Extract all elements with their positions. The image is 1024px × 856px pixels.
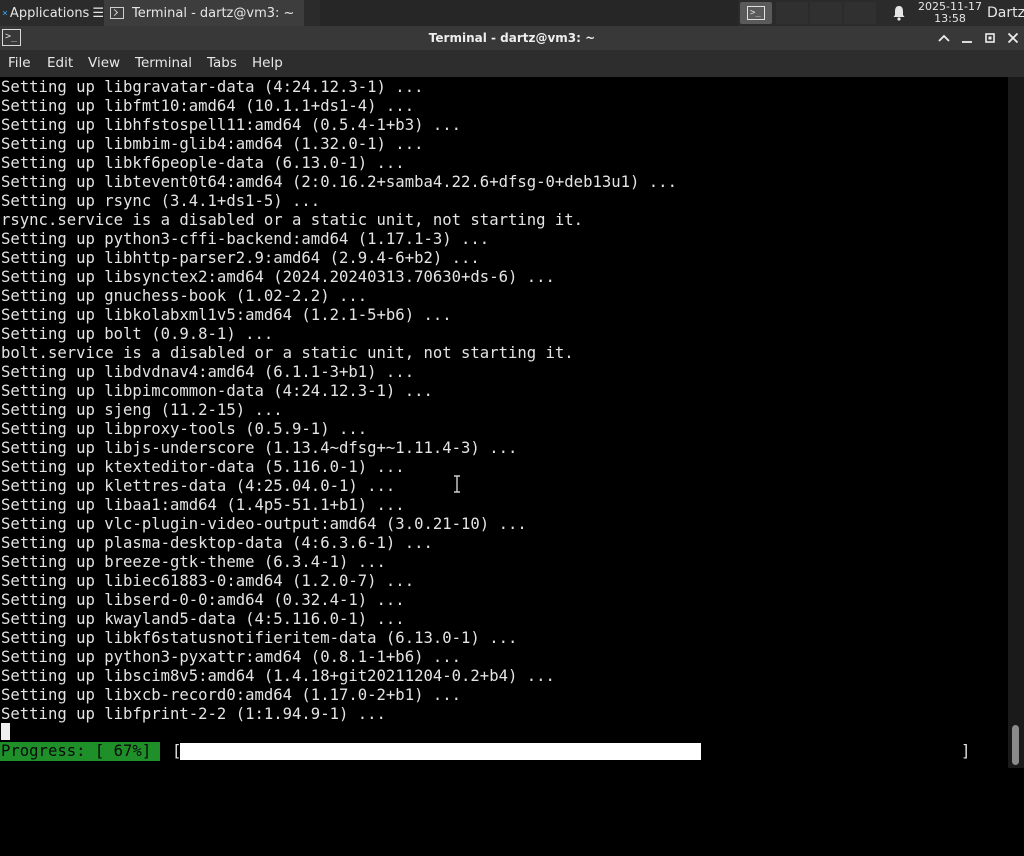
terminal-line: Setting up gnuchess-book (1.02-2.2) ...: [1, 287, 368, 305]
applications-menu-glyph: ☰: [92, 5, 104, 21]
window-titlebar[interactable]: >_ Terminal - dartz@vm3: ~: [0, 26, 1024, 50]
terminal-line: Setting up python3-cffi-backend:amd64 (1…: [1, 230, 490, 248]
terminal-line: Setting up libfmt10:amd64 (10.1.1+ds1-4)…: [1, 97, 415, 115]
applications-menu-button[interactable]: Applications ☰: [0, 0, 104, 26]
ibeam-cursor-icon: [454, 475, 460, 493]
terminal-line: Setting up libaa1:amd64 (1.4p5-51.1+b1) …: [1, 496, 405, 514]
menu-file[interactable]: File: [8, 50, 31, 77]
terminal-line: Setting up libhttp-parser2.9:amd64 (2.9.…: [1, 249, 480, 267]
text-cursor: [1, 723, 10, 740]
close-icon[interactable]: [1003, 28, 1023, 48]
terminal-icon: [110, 7, 124, 19]
workspace-switcher-1[interactable]: [776, 2, 808, 24]
terminal-line: Setting up libjs-underscore (1.13.4~dfsg…: [1, 439, 518, 457]
terminal-line: Setting up breeze-gtk-theme (6.3.4-1) ..…: [1, 553, 386, 571]
terminal-line: Setting up rsync (3.4.1+ds1-5) ...: [1, 192, 321, 210]
clock[interactable]: 2025-11-17 13:58: [918, 1, 982, 25]
menu-bar: File Edit View Terminal Tabs Help: [0, 50, 1024, 77]
terminal-icon: >_: [747, 6, 765, 20]
terminal-line: Setting up plasma-desktop-data (4:6.3.6-…: [1, 534, 433, 552]
taskbar-terminal-label: Terminal - dartz@vm3: ~: [132, 5, 295, 21]
terminal-line: Setting up libkolabxml1v5:amd64 (1.2.1-5…: [1, 306, 452, 324]
terminal-line: Setting up vlc-plugin-video-output:amd64…: [1, 515, 527, 533]
terminal-line: Setting up libgravatar-data (4:24.12.3-1…: [1, 78, 424, 96]
terminal-scrollbar[interactable]: [1008, 77, 1024, 768]
progress-line: Progress: [ 67%] [ ]: [0, 742, 1008, 761]
terminal-line: bolt.service is a disabled or a static u…: [1, 344, 574, 362]
terminal-line: Setting up libkf6people-data (6.13.0-1) …: [1, 154, 405, 172]
terminal-launcher-button[interactable]: >_: [740, 2, 772, 24]
workspace-switcher-2[interactable]: [810, 2, 842, 24]
menu-tabs[interactable]: Tabs: [207, 50, 237, 77]
menu-terminal[interactable]: Terminal: [135, 50, 192, 77]
terminal-line: rsync.service is a disabled or a static …: [1, 211, 584, 229]
terminal-line: Setting up libhfstospell11:amd64 (0.5.4-…: [1, 116, 462, 134]
terminal-output[interactable]: Setting up libgravatar-data (4:24.12.3-1…: [0, 77, 1008, 768]
progress-bar-fill: [180, 743, 701, 760]
terminal-line: Setting up sjeng (11.2-15) ...: [1, 401, 283, 419]
taskbar-empty-area: [320, 0, 738, 26]
terminal-line: Setting up libfprint-2-2 (1:1.94.9-1) ..…: [1, 705, 386, 723]
terminal-line: Setting up libserd-0-0:amd64 (0.32.4-1) …: [1, 591, 405, 609]
terminal-line: Setting up libiec61883-0:amd64 (1.2.0-7)…: [1, 572, 415, 590]
progress-label: Progress: [ 67%]: [0, 742, 160, 761]
menu-edit[interactable]: Edit: [47, 50, 73, 77]
terminal-line: Setting up ktexteditor-data (5.116.0-1) …: [1, 458, 405, 476]
terminal-line: Setting up kwayland5-data (4:5.116.0-1) …: [1, 610, 405, 628]
bell-icon[interactable]: [890, 4, 908, 22]
window-title: Terminal - dartz@vm3: ~: [428, 31, 596, 45]
taskbar-terminal-button[interactable]: Terminal - dartz@vm3: ~: [104, 0, 304, 26]
terminal-line: Setting up klettres-data (4:25.04.0-1) .…: [1, 477, 396, 495]
progress-bar: [180, 743, 958, 760]
xfce-mouse-icon: [2, 10, 8, 16]
terminal-line: Setting up libkf6statusnotifieritem-data…: [1, 629, 518, 647]
terminal-line: Setting up libmbim-glib4:amd64 (1.32.0-1…: [1, 135, 424, 153]
restore-icon[interactable]: [980, 28, 1000, 48]
terminal-line: Setting up libtevent0t64:amd64 (2:0.16.2…: [1, 173, 677, 191]
terminal-line: Setting up python3-pyxattr:amd64 (0.8.1-…: [1, 648, 462, 666]
progress-bracket-close: ]: [961, 742, 971, 760]
user-menu[interactable]: Dartz: [987, 0, 1024, 26]
workspace-switcher-3[interactable]: [844, 2, 876, 24]
terminal-line: Setting up libxcb-record0:amd64 (1.17.0-…: [1, 686, 462, 704]
scrollbar-thumb[interactable]: [1012, 725, 1019, 765]
terminal-lines: Setting up libgravatar-data (4:24.12.3-1…: [1, 78, 677, 724]
menu-view[interactable]: View: [88, 50, 120, 77]
terminal-line: Setting up libdvdnav4:amd64 (6.1.1-3+b1)…: [1, 363, 415, 381]
minimize-icon[interactable]: [957, 28, 977, 48]
applications-label: Applications: [9, 5, 90, 21]
terminal-line: Setting up libpimcommon-data (4:24.12.3-…: [1, 382, 433, 400]
terminal-line: Setting up libscim8v5:amd64 (1.4.18+git2…: [1, 667, 555, 685]
terminal-line: Setting up libsynctex2:amd64 (2024.20240…: [1, 268, 555, 286]
menu-help[interactable]: Help: [252, 50, 283, 77]
top-panel: Applications ☰ Terminal - dartz@vm3: ~ >…: [0, 0, 1024, 26]
terminal-line: Setting up bolt (0.9.8-1) ...: [1, 325, 274, 343]
terminal-line: Setting up libproxy-tools (0.5.9-1) ...: [1, 420, 368, 438]
clock-time: 13:58: [934, 12, 966, 25]
maximize-icon[interactable]: [934, 28, 954, 48]
